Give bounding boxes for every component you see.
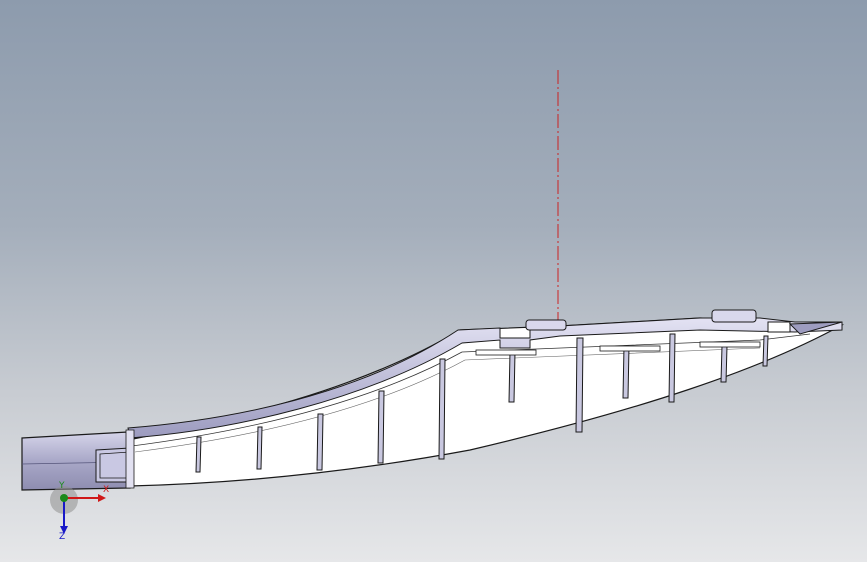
rib-6 bbox=[508, 351, 516, 403]
rib-5 bbox=[438, 358, 446, 460]
graphics-viewport[interactable]: X Y Z bbox=[0, 0, 867, 562]
rib-3 bbox=[316, 413, 324, 471]
hub-cap bbox=[125, 429, 135, 489]
triad-x-label: X bbox=[103, 485, 110, 495]
triad-z-label: Z bbox=[59, 532, 66, 542]
rib-1 bbox=[195, 436, 202, 473]
boss-left bbox=[525, 319, 567, 331]
triad-y-label: Y bbox=[59, 481, 65, 491]
rib-11 bbox=[762, 335, 769, 367]
rib-7 bbox=[575, 337, 584, 433]
boss-tip bbox=[767, 321, 791, 333]
rib-8 bbox=[622, 345, 630, 399]
crossbar-2 bbox=[599, 345, 661, 352]
rib-2 bbox=[256, 426, 263, 470]
model-view[interactable] bbox=[0, 0, 867, 562]
rib-10 bbox=[720, 345, 728, 383]
rib-9 bbox=[668, 333, 676, 403]
crossbar-3 bbox=[699, 341, 761, 348]
boss-right bbox=[711, 309, 757, 323]
view-triad: X Y Z bbox=[40, 480, 120, 550]
crossbar-1 bbox=[475, 349, 537, 356]
rib-4 bbox=[377, 390, 385, 464]
